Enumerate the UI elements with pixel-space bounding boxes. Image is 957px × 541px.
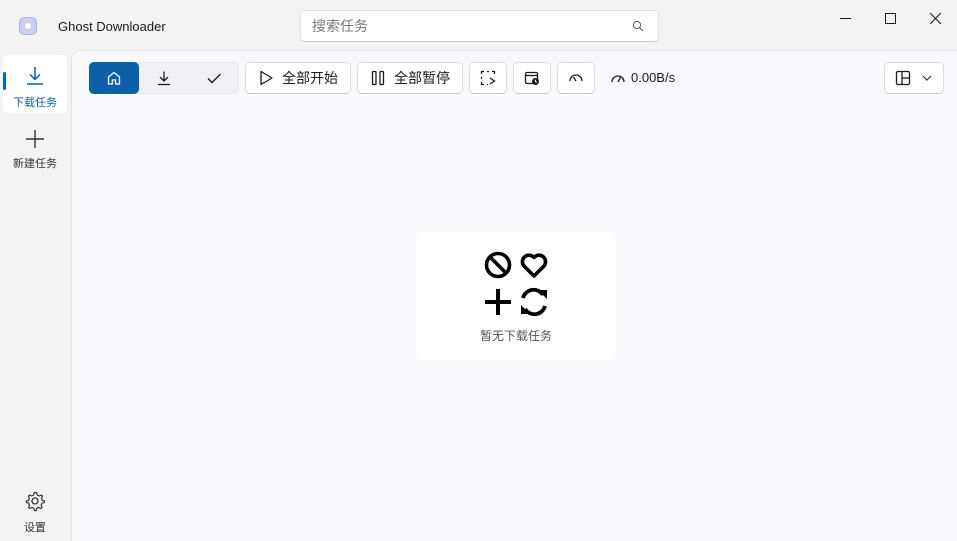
maximize-button[interactable] — [868, 0, 912, 36]
calendar-clock-icon — [524, 71, 539, 85]
grid-layout-icon — [895, 70, 911, 86]
close-icon — [929, 12, 941, 24]
checkmark-icon — [207, 73, 221, 84]
app-title: Ghost Downloader — [58, 19, 166, 34]
home-icon — [107, 71, 121, 85]
gear-icon — [25, 491, 46, 512]
sidebar-item-label: 设置 — [24, 522, 46, 534]
active-indicator — [3, 72, 6, 90]
main-panel: 全部开始 全部暂停 0.00B/s 暂无下载任务 — [71, 50, 957, 541]
start-all-label: 全部开始 — [282, 70, 338, 86]
tab-all-tasks[interactable] — [89, 62, 139, 94]
empty-state-illustration — [484, 251, 548, 317]
filter-segmented-control — [89, 62, 239, 94]
download-icon — [158, 71, 170, 86]
tab-downloading[interactable] — [139, 62, 189, 94]
tab-completed[interactable] — [189, 62, 239, 94]
empty-state-text: 暂无下载任务 — [479, 329, 552, 343]
maximize-icon — [884, 12, 896, 24]
heart-icon — [520, 253, 548, 278]
speed-value: 0.00B/s — [631, 70, 676, 85]
minimize-button[interactable] — [823, 0, 867, 36]
download-speed: 0.00B/s — [610, 70, 675, 85]
download-icon — [27, 67, 43, 85]
sidebar-item-new-task[interactable]: 新建任务 — [3, 118, 67, 176]
search-box[interactable] — [300, 10, 659, 42]
plus-icon — [485, 289, 511, 315]
play-icon — [260, 70, 273, 86]
minimize-icon — [839, 17, 851, 19]
chevron-down-icon — [922, 75, 932, 81]
plus-icon — [26, 130, 44, 148]
speed-gauge-icon — [611, 74, 625, 82]
sidebar-item-downloads[interactable]: 下载任务 — [3, 55, 67, 113]
search-input[interactable] — [312, 16, 612, 36]
start-all-button[interactable]: 全部开始 — [245, 62, 351, 94]
app-logo-icon — [19, 17, 37, 35]
search-icon[interactable] — [632, 20, 644, 32]
speedometer-icon — [569, 74, 583, 82]
schedule-button[interactable] — [513, 62, 551, 94]
sidebar-item-settings[interactable]: 设置 — [3, 480, 67, 538]
view-layout-dropdown[interactable] — [884, 62, 944, 94]
block-icon — [484, 251, 512, 279]
title-bar: Ghost Downloader — [0, 0, 957, 50]
select-tasks-button[interactable] — [469, 62, 507, 94]
empty-state-card: 暂无下载任务 — [416, 231, 616, 361]
close-button[interactable] — [913, 0, 957, 36]
pause-all-button[interactable]: 全部暂停 — [357, 62, 463, 94]
refresh-icon — [521, 287, 547, 317]
pause-all-label: 全部暂停 — [394, 70, 450, 86]
sidebar-item-label: 新建任务 — [13, 158, 57, 170]
select-icon — [480, 70, 496, 86]
app-window: Ghost Downloader 下载任务 — [0, 0, 957, 541]
sidebar-item-label: 下载任务 — [13, 97, 57, 109]
pause-icon — [371, 70, 385, 86]
speed-limit-button[interactable] — [557, 62, 595, 94]
